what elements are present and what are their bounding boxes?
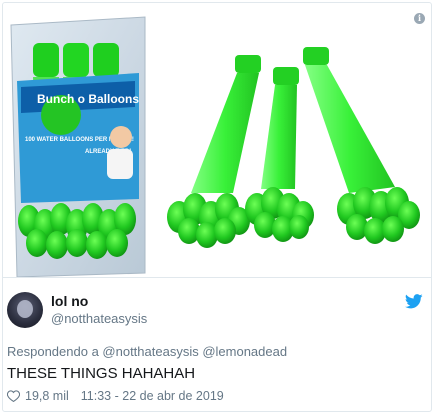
product-package: Bunch o Balloons 100 WATER BALLOONS PER … (10, 16, 146, 277)
user-handle[interactable]: @notthateasysis (51, 311, 147, 326)
package-brand-text: Bunch o Balloons (37, 92, 139, 106)
balloon-bunch-middle (245, 67, 314, 242)
info-icon[interactable]: i (414, 13, 425, 24)
tweet-card: Bunch o Balloons 100 WATER BALLOONS PER … (2, 2, 432, 412)
balloon-bunch-left (167, 55, 261, 248)
tweet-timestamp[interactable]: 11:33 - 22 de abr de 2019 (81, 389, 224, 403)
tweet-media-image[interactable]: Bunch o Balloons 100 WATER BALLOONS PER … (3, 3, 431, 278)
balloon-photo: Bunch o Balloons 100 WATER BALLOONS PER … (10, 16, 420, 277)
balloon-bunch-right (303, 47, 420, 244)
display-name[interactable]: lol no (51, 293, 88, 309)
twitter-bird-icon[interactable] (405, 294, 423, 309)
like-count[interactable]: 19,8 mil (25, 389, 69, 403)
heart-icon[interactable] (7, 390, 20, 402)
reply-context[interactable]: Respondendo a @notthateasysis @lemonadea… (7, 344, 287, 359)
tweet-header: lol no @notthateasysis (7, 290, 427, 330)
avatar-face (17, 300, 33, 318)
avatar[interactable] (7, 292, 43, 328)
tweet-text: THESE THINGS HAHAHAH (7, 365, 196, 382)
tweet-meta: 19,8 mil 11:33 - 22 de abr de 2019 (7, 389, 224, 403)
